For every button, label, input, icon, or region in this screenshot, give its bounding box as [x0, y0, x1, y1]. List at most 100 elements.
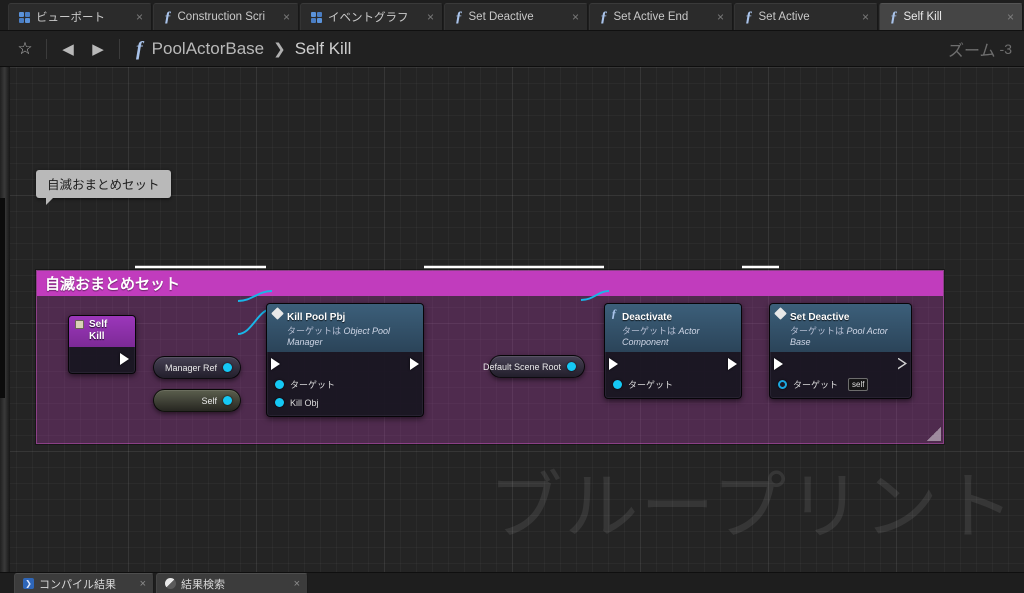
- tab-viewport[interactable]: ビューポート ×: [8, 3, 152, 30]
- node-self-kill-event[interactable]: Self Kill: [68, 315, 136, 374]
- function-icon: ƒ: [164, 8, 172, 25]
- node-title: Set Deactive: [790, 312, 850, 323]
- pin-row-target[interactable]: ターゲット: [267, 377, 423, 392]
- exec-output-pin[interactable]: [120, 352, 129, 365]
- node-subtitle: ターゲットは Object Pool Manager: [287, 326, 413, 348]
- comment-resize-handle[interactable]: [927, 427, 941, 441]
- pin-row-target[interactable]: ターゲット: [605, 377, 741, 392]
- pin-label: Kill Obj: [290, 397, 319, 408]
- graph-toolbar: ☆ ◀ ▶ f PoolActorBase ❯ Self Kill: [0, 31, 1024, 67]
- chevron-right-icon: ❯: [273, 40, 286, 58]
- compile-icon: ❯: [23, 578, 34, 589]
- editor-tab-bar: ビューポート × ƒ Construction Scri × イベントグラフ ×…: [0, 0, 1024, 31]
- object-input-pin[interactable]: [275, 380, 284, 389]
- star-icon: ☆: [17, 39, 33, 58]
- tab-close-icon[interactable]: ×: [427, 11, 434, 23]
- object-input-pin[interactable]: [778, 380, 787, 389]
- diamond-icon: [774, 307, 787, 320]
- node-body: ターゲット Kill Obj: [267, 352, 423, 416]
- back-button[interactable]: ◀: [53, 34, 83, 64]
- tab-label: Construction Scri: [177, 11, 266, 23]
- bottom-tab-label: 結果検索: [181, 578, 225, 591]
- tab-close-icon[interactable]: ×: [717, 11, 724, 23]
- node-subtitle-prefix: ターゲットは: [790, 326, 845, 336]
- grid-icon: [19, 11, 30, 23]
- zoom-label: ズーム: [948, 43, 996, 60]
- pin-row-kill-obj[interactable]: Kill Obj: [267, 395, 423, 410]
- object-input-pin[interactable]: [613, 380, 622, 389]
- event-icon: [75, 320, 84, 329]
- tab-close-icon[interactable]: ×: [1007, 11, 1014, 23]
- variable-node-manager-ref[interactable]: Manager Ref: [153, 356, 241, 379]
- node-set-deactive[interactable]: Set Deactive ターゲットは Pool Actor Base ターゲッ…: [769, 303, 912, 399]
- object-output-pin[interactable]: [223, 396, 232, 405]
- forward-button[interactable]: ▶: [83, 34, 113, 64]
- self-value-field[interactable]: self: [848, 378, 869, 391]
- tab-set-deactive[interactable]: ƒ Set Deactive ×: [444, 3, 588, 30]
- exec-input-pin[interactable]: [774, 357, 783, 370]
- comment-tooltip: 自滅おまとめセット: [36, 170, 171, 205]
- blueprint-graph-canvas[interactable]: ブループリント 自滅おまとめセット Self Kill Kill Pool Pb…: [0, 67, 1024, 572]
- favorite-button[interactable]: ☆: [10, 34, 40, 64]
- comment-box-title[interactable]: 自滅おまとめセット: [37, 271, 943, 296]
- object-output-pin[interactable]: [567, 362, 576, 371]
- object-output-pin[interactable]: [223, 363, 232, 372]
- node-header: Set Deactive ターゲットは Pool Actor Base: [770, 304, 911, 352]
- variable-node-self[interactable]: Self: [153, 389, 241, 412]
- bottom-tab-label: コンパイル結果: [39, 578, 116, 591]
- grid-icon: [311, 11, 322, 23]
- bottom-tab-compiler-results[interactable]: ❯ コンパイル結果 ×: [14, 573, 154, 593]
- tab-event-graph[interactable]: イベントグラフ ×: [300, 3, 443, 30]
- arrow-left-icon: ◀: [62, 40, 74, 58]
- tab-close-icon[interactable]: ×: [283, 11, 290, 23]
- tab-set-active-end[interactable]: ƒ Set Active End ×: [589, 3, 733, 30]
- exec-input-pin[interactable]: [271, 357, 280, 370]
- tab-label: Set Active End: [613, 11, 689, 23]
- variable-node-default-scene-root[interactable]: Default Scene Root: [483, 355, 585, 378]
- tab-label: ビューポート: [36, 12, 105, 24]
- tab-set-active[interactable]: ƒ Set Active ×: [734, 3, 878, 30]
- tab-construction-script[interactable]: ƒ Construction Scri ×: [153, 3, 299, 30]
- tab-close-icon[interactable]: ×: [294, 578, 300, 590]
- exec-output-pin[interactable]: [410, 357, 419, 370]
- toolbar-divider: [119, 38, 120, 59]
- exec-output-pin[interactable]: [728, 357, 737, 370]
- bottom-tab-bar: ❯ コンパイル結果 × 結果検索 ×: [0, 572, 1024, 593]
- node-header: Kill Pool Pbj ターゲットは Object Pool Manager: [267, 304, 423, 352]
- object-input-pin[interactable]: [275, 398, 284, 407]
- tab-label: イベントグラフ: [328, 12, 409, 24]
- node-subtitle: ターゲットは Pool Actor Base: [790, 326, 901, 348]
- node-deactivate[interactable]: ƒ Deactivate ターゲットは Actor Component ターゲッ…: [604, 303, 742, 399]
- bottom-tab-find-results[interactable]: 結果検索 ×: [156, 573, 308, 593]
- breadcrumb-current: Self Kill: [294, 38, 352, 58]
- arrow-right-icon: ▶: [92, 40, 104, 58]
- tab-self-kill[interactable]: ƒ Self Kill ×: [879, 3, 1023, 30]
- pin-row-target[interactable]: ターゲット self: [770, 377, 911, 392]
- diamond-icon: [271, 307, 284, 320]
- function-icon: ƒ: [455, 8, 463, 25]
- tab-close-icon[interactable]: ×: [136, 11, 143, 23]
- node-title: Deactivate: [622, 312, 673, 323]
- tab-close-icon[interactable]: ×: [862, 11, 869, 23]
- node-body: [69, 347, 135, 373]
- node-title: Self Kill: [89, 319, 108, 342]
- node-subtitle-prefix: ターゲットは: [622, 326, 677, 336]
- node-body: ターゲット self: [770, 352, 911, 398]
- exec-input-pin[interactable]: [609, 357, 618, 370]
- node-header: Self Kill: [69, 316, 135, 347]
- exec-output-pin[interactable]: [898, 357, 907, 370]
- find-icon: [165, 578, 176, 589]
- node-kill-pool-obj[interactable]: Kill Pool Pbj ターゲットは Object Pool Manager…: [266, 303, 424, 417]
- zoom-indicator: ズーム -3: [948, 31, 1012, 67]
- blueprint-watermark: ブループリント: [488, 464, 1016, 550]
- node-header: ƒ Deactivate ターゲットは Actor Component: [605, 304, 741, 352]
- tab-label: Set Active: [758, 11, 810, 23]
- function-icon: ƒ: [611, 306, 617, 320]
- pin-label: ターゲット: [793, 380, 839, 390]
- tab-close-icon[interactable]: ×: [572, 11, 579, 23]
- function-icon: f: [136, 37, 143, 60]
- pin-label: ターゲット: [628, 380, 674, 390]
- node-subtitle-prefix: ターゲットは: [287, 326, 342, 336]
- tab-close-icon[interactable]: ×: [140, 578, 146, 590]
- breadcrumb-parent[interactable]: PoolActorBase: [152, 39, 264, 59]
